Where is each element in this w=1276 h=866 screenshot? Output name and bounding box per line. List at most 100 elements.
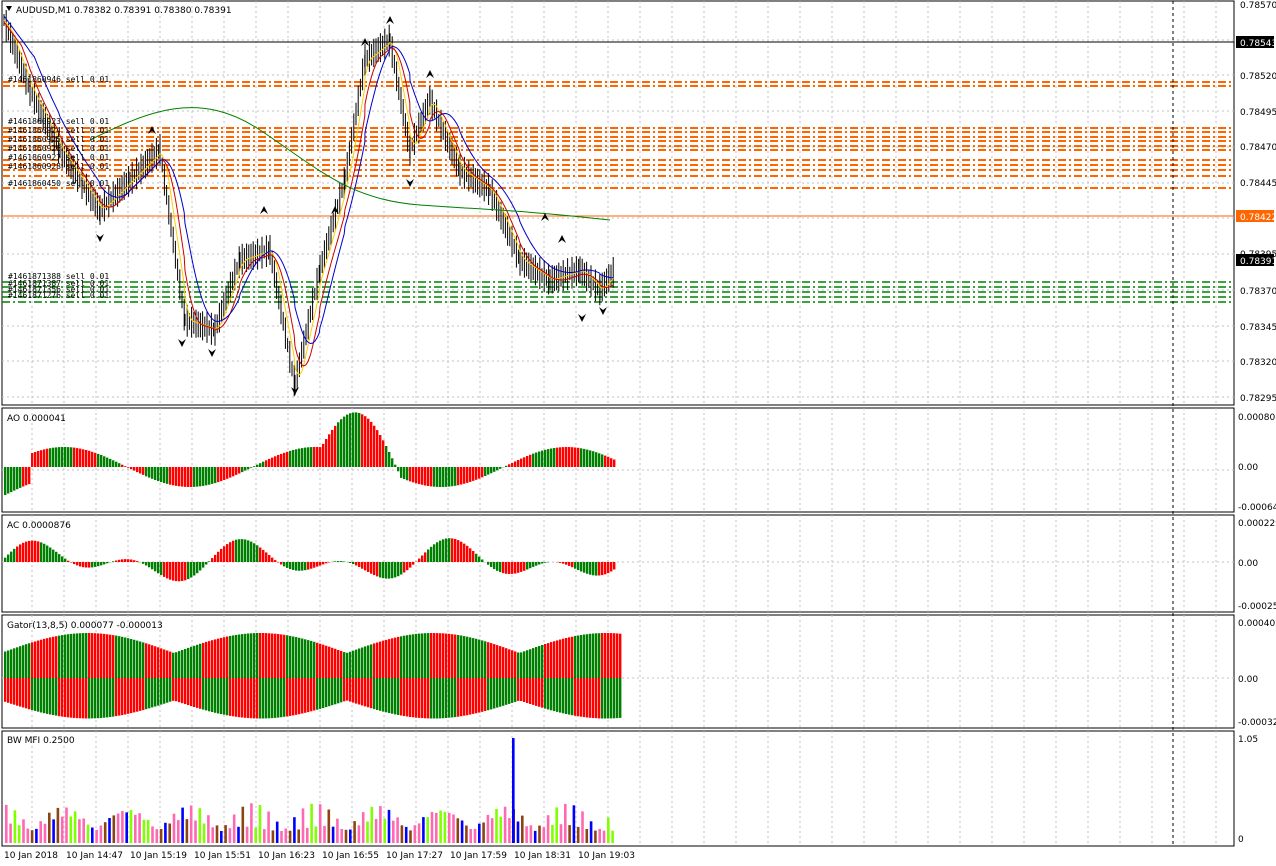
gator-lower-bar <box>199 678 202 709</box>
gator-lower-bar <box>31 678 34 711</box>
gator-upper-bar <box>580 635 583 678</box>
mfi-bar <box>426 817 429 843</box>
gator-upper-bar <box>565 638 568 678</box>
gator-lower-bar <box>148 678 151 709</box>
histogram-bar <box>202 467 205 486</box>
mfi-bar <box>460 820 464 843</box>
gator-upper-bar <box>97 633 100 678</box>
terminal-chart[interactable]: AUDUSD,M1 0.78382 0.78391 0.78380 0.7839… <box>0 0 1276 866</box>
histogram-bar <box>385 562 388 579</box>
gator-upper-bar <box>28 643 31 678</box>
histogram-bar <box>418 558 421 562</box>
histogram-bar <box>103 456 106 467</box>
gator-upper-bar <box>547 643 550 678</box>
gator-lower-bar <box>457 678 460 717</box>
gator-lower-bar <box>142 678 145 711</box>
histogram-bar <box>268 458 271 467</box>
histogram-bar <box>358 562 361 567</box>
mfi-bar <box>146 819 150 843</box>
buy-trade-labels: #1461871388 sell 0.01 #1461871387 sell 0… <box>8 272 109 300</box>
histogram-bar <box>613 562 616 570</box>
histogram-bar <box>259 547 262 562</box>
histogram-bar <box>493 562 496 570</box>
ac-pane[interactable] <box>1 514 1235 613</box>
mfi-bar <box>284 828 288 843</box>
histogram-bar <box>76 448 79 467</box>
gator-upper-bar <box>307 640 310 678</box>
histogram-bar <box>64 558 67 562</box>
histogram-bar <box>196 467 199 487</box>
gator-axis-top: 0.000402 <box>1238 619 1276 629</box>
mfi-bar <box>52 819 55 843</box>
mfi-bar <box>443 811 447 843</box>
histogram-bar <box>301 448 304 467</box>
histogram-bar <box>475 553 478 562</box>
mfi-bar <box>267 811 270 843</box>
gator-upper-bar <box>325 645 328 678</box>
histogram-bar <box>598 453 601 467</box>
gator-lower-bar <box>565 678 568 714</box>
mfi-bar <box>473 828 477 843</box>
histogram-bar <box>421 555 424 562</box>
ao-pane[interactable] <box>1 407 1235 513</box>
gator-lower-bar <box>121 678 124 716</box>
gator-lower-bar <box>169 678 172 702</box>
gator-upper-bar <box>91 633 94 678</box>
histogram-bar <box>403 562 406 573</box>
mfi-bar <box>404 826 408 843</box>
histogram-bar <box>559 562 562 563</box>
gator-lower-bar <box>580 678 583 717</box>
histogram-bar <box>394 562 397 578</box>
gator-lower-bar <box>310 678 313 712</box>
gator-upper-bar <box>604 633 607 678</box>
histogram-bar <box>529 562 532 569</box>
histogram-bar <box>406 467 409 481</box>
gator-upper-bar <box>343 652 346 678</box>
histogram-bar <box>541 450 544 467</box>
mfi-bar <box>177 820 180 843</box>
ao-axis-bottom: -0.000647 <box>1238 503 1276 513</box>
gator-lower-bar <box>550 678 553 711</box>
histogram-bar <box>376 430 379 467</box>
histogram-bar <box>82 449 85 467</box>
gator-upper-bar <box>232 635 235 678</box>
histogram-bar <box>25 541 28 562</box>
histogram-bar <box>46 545 49 562</box>
histogram-bar <box>145 562 148 566</box>
gator-lower-bar <box>79 678 82 719</box>
gator-upper-bar <box>448 633 451 678</box>
histogram-bar <box>10 551 13 562</box>
histogram-bar <box>553 448 556 467</box>
histogram-bar <box>586 449 589 467</box>
gator-lower-bar <box>493 678 496 709</box>
histogram-bar <box>232 540 235 562</box>
gator-lower-bar <box>466 678 469 716</box>
gator-upper-bar <box>589 633 592 678</box>
gator-upper-bar <box>169 651 172 678</box>
gator-upper-bar <box>493 644 496 678</box>
mfi-bar <box>340 829 343 843</box>
histogram-bar <box>49 547 52 562</box>
histogram-bar <box>400 467 403 478</box>
histogram-bar <box>109 458 112 467</box>
gator-lower-bar <box>313 678 316 711</box>
gator-lower-bar <box>460 678 463 717</box>
gator-upper-bar <box>280 634 283 678</box>
histogram-bar <box>331 429 334 467</box>
mfi-bar <box>263 829 266 843</box>
histogram-bar <box>574 447 577 467</box>
gator-lower-bar <box>304 678 307 713</box>
gator-lower-bar <box>10 678 13 704</box>
gator-upper-bar <box>598 633 601 678</box>
gator-upper-bar <box>13 648 16 678</box>
histogram-bar <box>283 452 286 467</box>
gator-lower-bar <box>490 678 493 710</box>
histogram-bar <box>487 562 490 565</box>
mfi-bar <box>22 819 25 843</box>
gator-upper-bar <box>16 647 19 678</box>
gator-lower-bar <box>88 678 91 719</box>
histogram-bar <box>190 467 193 487</box>
histogram-bar <box>199 562 202 571</box>
mfi-bar <box>585 829 589 843</box>
main-chart-pane[interactable] <box>1 0 1235 406</box>
